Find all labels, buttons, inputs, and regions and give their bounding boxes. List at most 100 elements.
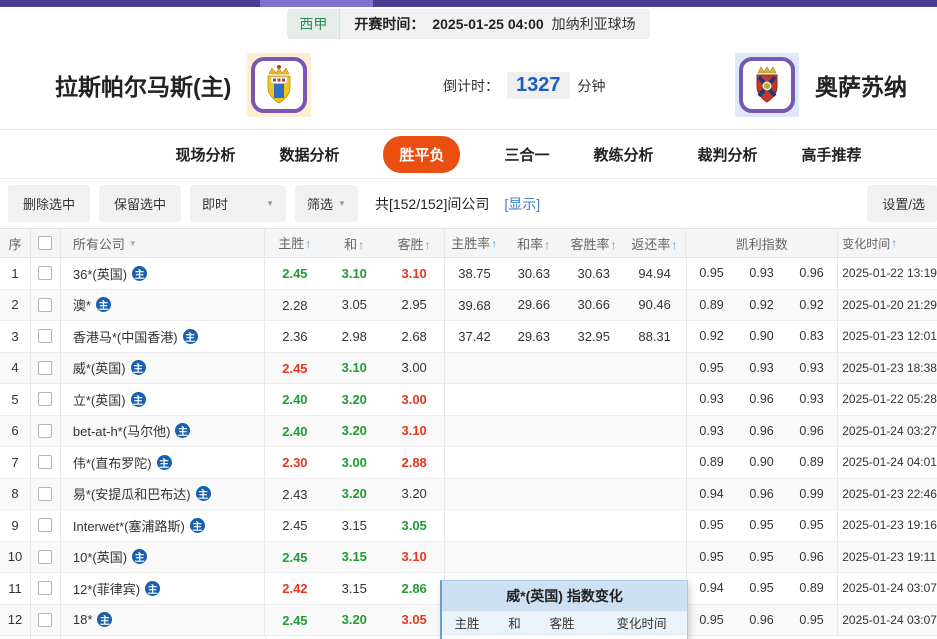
company-cell[interactable]: 伟*(直布罗陀)主	[60, 447, 265, 478]
sort-asc-icon: ↑	[671, 238, 677, 252]
home-odds[interactable]: 2.30	[264, 447, 324, 478]
top-progress-bar	[0, 0, 937, 7]
away-odds[interactable]: 3.10	[384, 549, 444, 564]
change-time: 2025-01-23 18:38	[837, 353, 937, 384]
header-away-rate[interactable]: 客胜率↑	[564, 234, 624, 253]
select-all-checkbox[interactable]	[38, 236, 52, 250]
popup-header-away: 客胜	[537, 613, 587, 632]
away-odds[interactable]: 3.00	[384, 360, 444, 375]
tab-live-analysis[interactable]: 现场分析	[175, 144, 235, 165]
time-filter-select[interactable]: 即时 ▼	[190, 185, 286, 222]
home-odds[interactable]: 2.43	[264, 479, 324, 510]
row-checkbox[interactable]	[38, 487, 52, 501]
kelly-away: 0.83	[787, 329, 837, 343]
header-draw-rate[interactable]: 和率↑	[504, 234, 564, 253]
draw-odds[interactable]: 3.05	[324, 297, 384, 312]
host-badge-icon: 主	[96, 297, 111, 312]
draw-odds[interactable]: 3.20	[324, 392, 384, 407]
row-checkbox[interactable]	[38, 455, 52, 469]
home-odds[interactable]: 2.45	[264, 510, 324, 541]
draw-odds[interactable]: 3.15	[324, 518, 384, 533]
tab-expert-picks[interactable]: 高手推荐	[802, 144, 862, 165]
tab-win-draw-loss[interactable]: 胜平负	[383, 136, 460, 173]
company-cell[interactable]: bet-at-h*(马尔他)主	[60, 416, 265, 447]
kelly-home: 0.89	[687, 298, 737, 312]
away-odds[interactable]: 2.68	[384, 329, 444, 344]
home-odds[interactable]: 2.45	[264, 542, 324, 573]
row-checkbox[interactable]	[38, 361, 52, 375]
away-odds[interactable]: 3.20	[384, 486, 444, 501]
home-odds[interactable]: 2.45	[264, 605, 324, 636]
header-company[interactable]: 所有公司 ▼	[60, 229, 265, 257]
company-cell[interactable]: 澳* 主	[60, 290, 265, 321]
return-rate: 94.94	[624, 266, 686, 281]
header-home-rate[interactable]: 主胜率↑	[444, 229, 504, 257]
row-checkbox[interactable]	[38, 329, 52, 343]
delete-selected-button[interactable]: 删除选中	[8, 185, 90, 222]
draw-odds[interactable]: 3.20	[324, 486, 384, 501]
header-draw[interactable]: 和↑	[324, 234, 384, 253]
kelly-draw: 0.96	[737, 424, 787, 438]
tab-referee-analysis[interactable]: 裁判分析	[698, 144, 758, 165]
header-home[interactable]: 主胜↑	[264, 229, 324, 257]
popup-header-row: 主胜 和 客胜 变化时间	[442, 611, 687, 635]
away-odds[interactable]: 2.86	[384, 581, 444, 596]
draw-odds[interactable]: 3.10	[324, 266, 384, 281]
kelly-draw: 0.96	[737, 392, 787, 406]
draw-odds[interactable]: 3.20	[324, 423, 384, 438]
draw-odds[interactable]: 3.20	[324, 612, 384, 627]
company-cell[interactable]: 香港马*(中国香港)主	[60, 321, 265, 352]
company-cell[interactable]: 36*(英国)主	[60, 258, 265, 289]
away-odds[interactable]: 3.10	[384, 423, 444, 438]
home-odds[interactable]: 2.45	[264, 258, 324, 289]
row-checkbox[interactable]	[38, 518, 52, 532]
away-odds[interactable]: 3.05	[384, 612, 444, 627]
company-cell[interactable]: 12*(菲律宾)主	[60, 573, 265, 604]
draw-odds[interactable]: 3.10	[324, 360, 384, 375]
row-checkbox[interactable]	[38, 550, 52, 564]
show-link[interactable]: [显示]	[504, 194, 540, 214]
home-odds[interactable]: 2.42	[264, 573, 324, 604]
company-cell[interactable]: 易*(安提瓜和巴布达)主	[60, 479, 265, 510]
kelly-cell: 0.890.920.92	[686, 290, 838, 321]
away-odds[interactable]: 3.00	[384, 392, 444, 407]
header-change-time[interactable]: 变化时间↑	[837, 229, 937, 257]
home-odds[interactable]: 2.40	[264, 416, 324, 447]
kelly-draw: 0.90	[737, 455, 787, 469]
row-checkbox[interactable]	[38, 613, 52, 627]
company-cell[interactable]: 立*(英国)主	[60, 384, 265, 415]
away-odds[interactable]: 3.05	[384, 518, 444, 533]
row-checkbox[interactable]	[38, 424, 52, 438]
home-odds[interactable]: 2.40	[264, 384, 324, 415]
row-checkbox[interactable]	[38, 266, 52, 280]
company-cell[interactable]: 18*主	[60, 605, 265, 636]
keep-selected-button[interactable]: 保留选中	[99, 185, 181, 222]
home-odds[interactable]: 2.28	[264, 290, 324, 321]
home-odds[interactable]: 2.45	[264, 353, 324, 384]
company-cell[interactable]: 10*(英国)主	[60, 542, 265, 573]
tab-coach-analysis[interactable]: 教练分析	[594, 144, 654, 165]
tab-three-in-one[interactable]: 三合一	[504, 144, 549, 165]
away-odds[interactable]: 2.88	[384, 455, 444, 470]
draw-odds[interactable]: 2.98	[324, 329, 384, 344]
row-checkbox[interactable]	[38, 392, 52, 406]
company-cell[interactable]: 威*(英国)主	[60, 353, 265, 384]
settings-button[interactable]: 设置/选	[867, 185, 937, 222]
company-cell[interactable]: Interwet*(塞浦路斯)主	[60, 510, 265, 541]
away-odds[interactable]: 3.10	[384, 266, 444, 281]
draw-odds[interactable]: 3.15	[324, 581, 384, 596]
home-odds[interactable]: 2.36	[264, 321, 324, 352]
kelly-away: 0.96	[787, 266, 837, 280]
row-checkbox[interactable]	[38, 581, 52, 595]
company-name: 澳*	[73, 295, 91, 314]
filter-select[interactable]: 筛选 ▼	[295, 185, 358, 222]
header-away[interactable]: 客胜↑	[384, 234, 444, 253]
header-return-rate[interactable]: 返还率↑	[623, 234, 685, 253]
draw-odds[interactable]: 3.15	[324, 549, 384, 564]
home-rate	[444, 447, 504, 478]
row-checkbox[interactable]	[38, 298, 52, 312]
tab-data-analysis[interactable]: 数据分析	[279, 144, 339, 165]
draw-odds[interactable]: 3.00	[324, 455, 384, 470]
kelly-away: 0.93	[787, 361, 837, 375]
away-odds[interactable]: 2.95	[384, 297, 444, 312]
